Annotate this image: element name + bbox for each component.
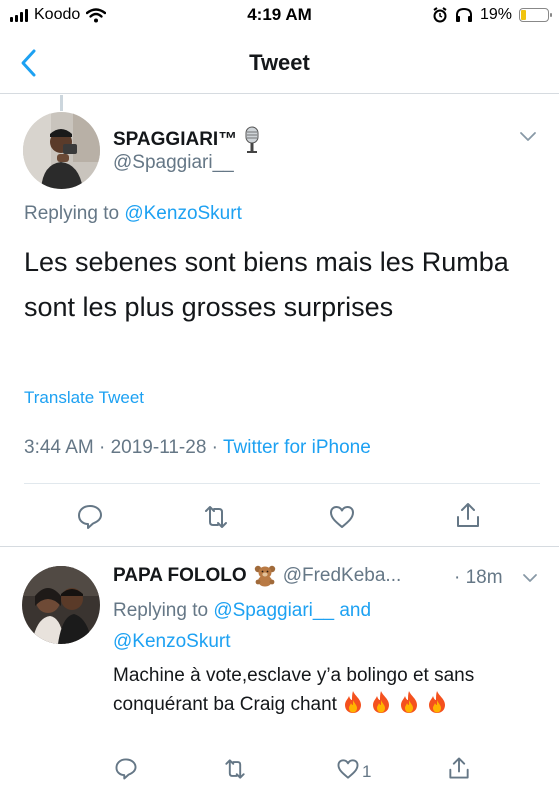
replying-prefix: Replying to	[113, 600, 209, 621]
replying-to-link[interactable]: @Spaggiari__	[213, 600, 334, 621]
page-title: Tweet	[249, 50, 310, 75]
replying-prefix: Replying to	[24, 203, 120, 224]
alarm-icon	[433, 7, 447, 23]
avatar[interactable]	[23, 112, 100, 189]
fire-emoji-icon	[373, 691, 390, 713]
translate-tweet-link[interactable]: Translate Tweet	[24, 388, 144, 408]
share-icon[interactable]	[446, 755, 472, 781]
battery-icon	[519, 8, 552, 22]
meta-separator: ·	[211, 437, 218, 458]
author-display-name: SPAGGIARI™	[113, 129, 238, 150]
fire-emoji-icon	[429, 691, 446, 713]
like-count: 1	[362, 762, 372, 781]
reply-handle[interactable]: @FredKeba...	[283, 565, 402, 587]
fire-emoji-icon	[401, 691, 418, 713]
teddy-bear-emoji-icon	[254, 565, 275, 587]
heart-icon[interactable]	[335, 756, 361, 782]
tweet-time: 3:44 AM	[24, 437, 94, 458]
status-right: 19%	[432, 6, 552, 24]
tweet-source-link[interactable]: Twitter for iPhone	[223, 437, 371, 458]
tweet-meta: 3:44 AM · 2019-11-28 · Twitter for iPhon…	[24, 437, 371, 459]
reply-icon[interactable]	[75, 502, 105, 532]
tweet-text: Les sebenes sont biens mais les Rumba so…	[24, 247, 509, 322]
tweet-date: 2019-11-28	[110, 437, 207, 458]
reply-text: Machine à vote,esclave y’a bolingo et sa…	[113, 661, 543, 719]
meta-separator: ·	[99, 437, 106, 458]
heart-icon[interactable]	[327, 502, 357, 532]
battery-percent: 19%	[479, 6, 512, 23]
reply-avatar[interactable]	[22, 566, 100, 644]
headphones-icon	[455, 7, 472, 22]
retweet-icon[interactable]	[201, 502, 231, 532]
replying-and: and	[339, 600, 372, 621]
thread-line	[60, 95, 63, 111]
reply-time: · 18m	[454, 567, 503, 588]
section-divider	[0, 546, 559, 547]
microphone-emoji-icon	[245, 126, 259, 153]
reply-replying-to: Replying to @Spaggiari__ and @KenzoSkurt	[113, 595, 371, 657]
replying-to-link[interactable]: @KenzoSkurt	[113, 631, 231, 652]
chevron-down-icon[interactable]	[518, 130, 538, 144]
replying-to: Replying to @KenzoSkurt	[24, 203, 242, 225]
replying-to-link[interactable]: @KenzoSkurt	[124, 203, 242, 224]
status-bar: Koodo 4:19 AM 19%	[0, 0, 559, 32]
reply-icon[interactable]	[113, 756, 139, 782]
share-icon[interactable]	[453, 500, 483, 530]
reply-header: PAPA FOLOLO @FredKeba...	[113, 565, 401, 587]
author-handle[interactable]: @Spaggiari__	[113, 152, 234, 174]
battery-fill	[521, 10, 526, 20]
divider	[24, 483, 540, 484]
fire-emoji-icon	[345, 691, 362, 713]
author-name[interactable]: SPAGGIARI™	[113, 126, 261, 154]
chevron-down-icon[interactable]	[522, 572, 538, 584]
reply-display-name[interactable]: PAPA FOLOLO	[113, 565, 247, 587]
nav-bar: Tweet	[0, 32, 559, 94]
retweet-icon[interactable]	[222, 756, 248, 782]
